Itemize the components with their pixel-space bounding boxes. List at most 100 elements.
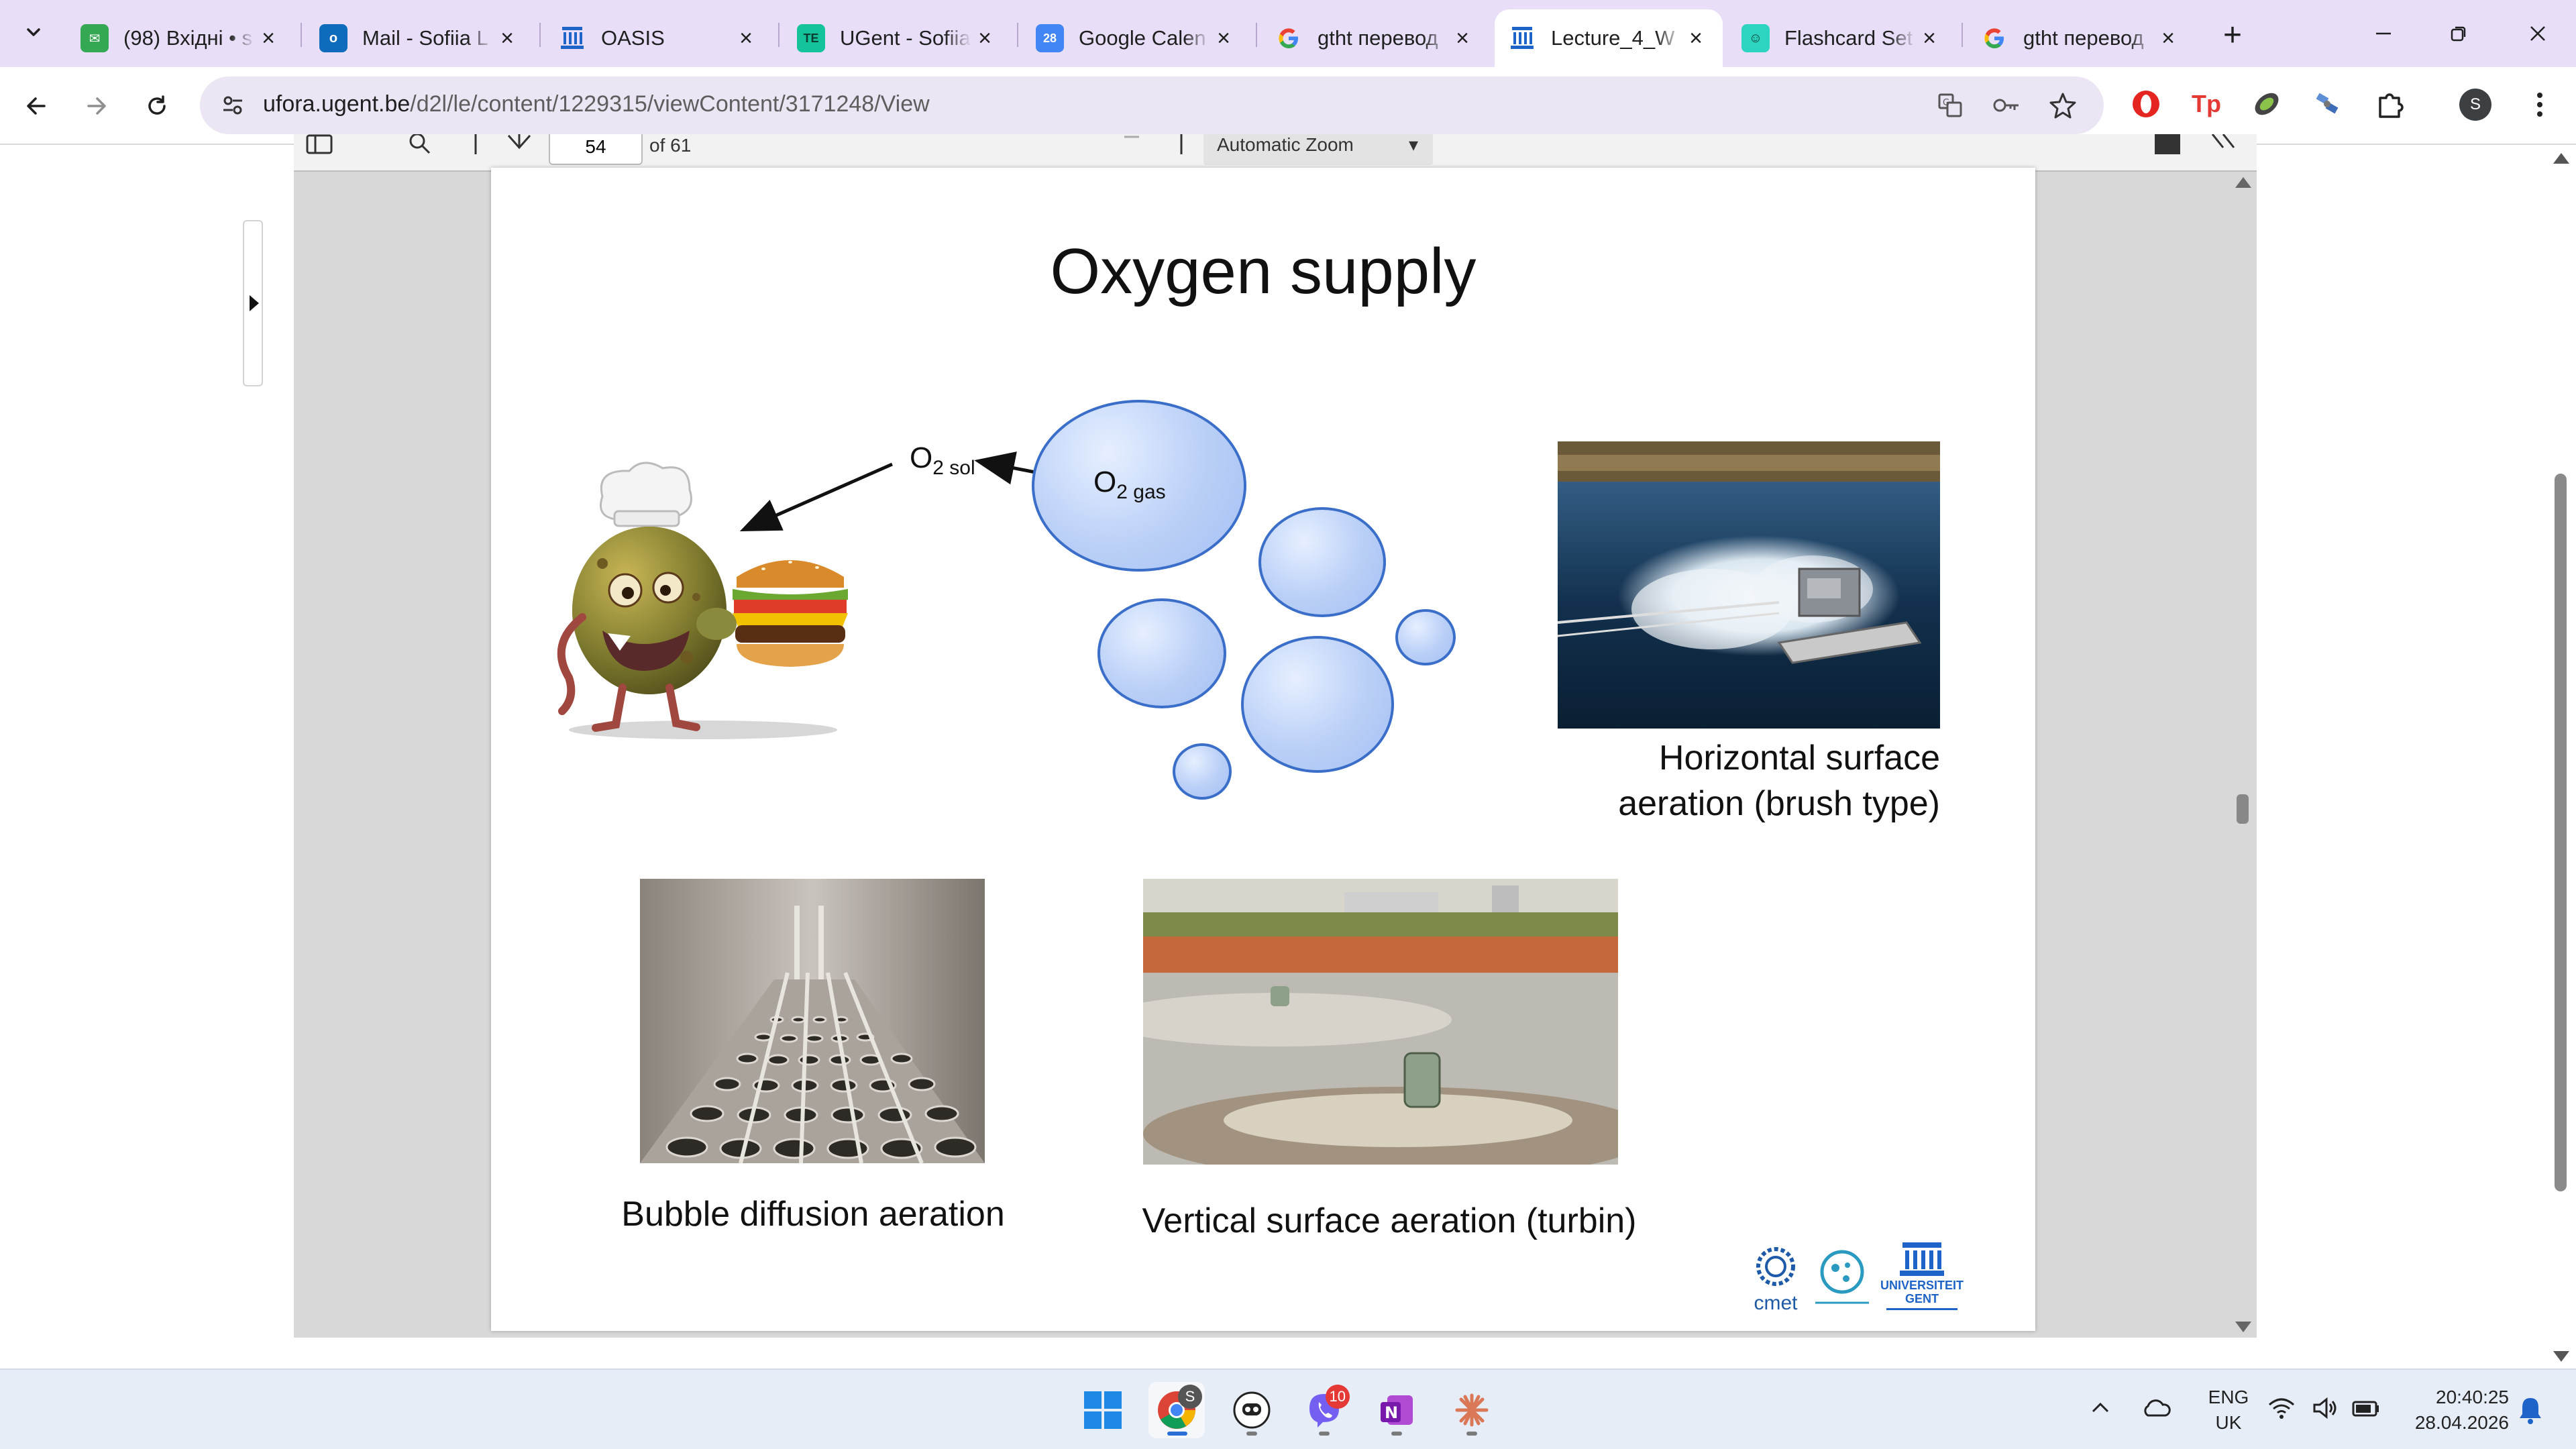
tab-gmail[interactable]: ✉ (98) Вхідні • s × — [67, 9, 295, 67]
scroll-up-icon[interactable] — [2553, 153, 2569, 164]
satellite-extension-icon[interactable] — [2309, 86, 2345, 122]
scroll-up-icon[interactable] — [2235, 177, 2251, 188]
quizlet-icon: ☺ — [1741, 24, 1770, 52]
tab-google-calendar[interactable]: 28 Google Calen × — [1022, 9, 1250, 67]
browser-menu-button[interactable] — [2524, 87, 2556, 122]
tab-title: gtht перевод — [2023, 26, 2144, 50]
close-icon[interactable]: × — [255, 25, 282, 52]
more-tools-chevron-icon[interactable] — [2210, 134, 2238, 157]
tab-title: UGent - Sofiia — [840, 26, 971, 50]
google-icon — [1980, 24, 2008, 52]
caption-bubble-diffusion: Bubble diffusion aeration — [621, 1195, 1005, 1234]
opera-vpn-extension-icon[interactable] — [2128, 86, 2164, 122]
profile-avatar[interactable]: S — [2459, 89, 2491, 121]
page-number-input[interactable]: 54 — [549, 134, 643, 165]
dropdown-arrow-icon: ▾ — [1408, 134, 1418, 155]
scroll-down-icon[interactable] — [2235, 1322, 2251, 1332]
scrollbar-thumb[interactable] — [2237, 794, 2249, 824]
system-clock[interactable]: 20:40:25 28.04.2026 — [2402, 1385, 2509, 1436]
show-hidden-icons-chevron-icon[interactable] — [2089, 1397, 2112, 1426]
start-button[interactable] — [1075, 1382, 1131, 1438]
extensions-puzzle-icon[interactable] — [2372, 86, 2408, 122]
tab-ugent[interactable]: TE UGent - Sofiia × — [784, 9, 1012, 67]
language-code: ENG — [2208, 1387, 2249, 1407]
keyboard-layout: UK — [2215, 1412, 2242, 1433]
close-icon[interactable]: × — [1682, 25, 1709, 52]
bookmark-star-icon[interactable] — [2046, 89, 2080, 122]
gas-bubble — [1395, 609, 1456, 665]
close-icon[interactable]: × — [733, 25, 759, 52]
tab-lecture-active[interactable]: Lecture_4_W × — [1495, 9, 1723, 67]
reload-button[interactable] — [137, 86, 177, 126]
onenote-icon: N — [1381, 1395, 1413, 1425]
pdf-scrollbar[interactable] — [2229, 172, 2255, 1338]
taskbar-onenote[interactable]: N — [1368, 1382, 1425, 1438]
tab-flashcard[interactable]: ☺ Flashcard Set × — [1728, 9, 1956, 67]
colorful-extension-icon[interactable] — [2249, 86, 2285, 122]
minimize-button[interactable] — [2353, 13, 2414, 54]
password-key-icon[interactable] — [1990, 89, 2023, 122]
o2-gas-base: O — [1093, 466, 1117, 498]
tab-google-translate-1[interactable]: gtht перевод × — [1261, 9, 1489, 67]
o2-sol-label: O2 sol — [910, 441, 975, 480]
gas-bubble — [1241, 636, 1394, 773]
chrome-profile-badge: S — [1178, 1385, 1202, 1409]
close-window-button[interactable] — [2508, 13, 2568, 54]
close-icon[interactable]: × — [494, 25, 521, 52]
close-icon[interactable]: × — [1916, 25, 1943, 52]
translate-extension-icon[interactable]: Tp — [2188, 86, 2224, 122]
scrollbar-thumb[interactable] — [2555, 474, 2567, 1191]
close-icon[interactable]: × — [2155, 25, 2182, 52]
windows-icon — [1084, 1391, 1122, 1429]
battery-icon[interactable] — [2352, 1397, 2381, 1426]
back-button[interactable] — [16, 86, 56, 126]
address-bar[interactable]: ufora.ugent.be/d2l/le/content/1229315/vi… — [200, 76, 2104, 134]
scroll-down-icon[interactable] — [2553, 1351, 2569, 1362]
o2-sol-sub: 2 sol — [932, 457, 975, 479]
site-settings-icon[interactable] — [215, 87, 251, 123]
tab-google-translate-2[interactable]: gtht перевод × — [1967, 9, 2195, 67]
input-language-indicator[interactable]: ENG UK — [2202, 1385, 2255, 1436]
new-tab-button[interactable]: + — [2215, 17, 2250, 53]
wifi-icon[interactable] — [2267, 1397, 2296, 1426]
restore-button[interactable] — [2428, 13, 2489, 54]
tab-mail[interactable]: o Mail - Sofiia L × — [306, 9, 534, 67]
forward-button[interactable] — [76, 86, 117, 126]
onedrive-cloud-icon[interactable] — [2141, 1397, 2171, 1426]
tab-oasis[interactable]: OASIS × — [545, 9, 773, 67]
taskbar-app-messenger[interactable] — [1224, 1382, 1280, 1438]
clock-time: 20:40:25 — [2436, 1387, 2509, 1407]
o2-gas-sub: 2 gas — [1116, 481, 1166, 503]
tab-title: Google Calen — [1079, 26, 1206, 50]
calendar-icon: 28 — [1036, 24, 1064, 52]
ugent-logo-text-1: UNIVERSITEIT — [1880, 1279, 1964, 1292]
page-scrollbar[interactable] — [2546, 146, 2573, 1368]
tab-search-button[interactable] — [12, 15, 55, 52]
gas-bubble — [1097, 598, 1226, 708]
next-page-icon[interactable] — [506, 134, 533, 157]
zoom-select[interactable]: Automatic Zoom ▾ — [1203, 134, 1433, 165]
ugent-icon — [558, 24, 586, 52]
zoom-in-icon[interactable] — [1171, 134, 1191, 157]
close-icon[interactable]: × — [1449, 25, 1476, 52]
horizontal-aeration-photo — [1558, 441, 1940, 729]
close-icon[interactable]: × — [971, 25, 998, 52]
sidebar-expand-handle[interactable] — [243, 220, 263, 386]
notification-bell-icon[interactable] — [2517, 1395, 2544, 1425]
ugent-logo-text-2: GENT — [1904, 1292, 1939, 1305]
tools-icon[interactable] — [2153, 134, 2182, 157]
taskbar-chrome[interactable]: S — [1148, 1382, 1205, 1438]
gmail-icon: ✉ — [80, 24, 109, 52]
translate-icon[interactable]: G — [1933, 89, 1967, 122]
avatar-initial: S — [2469, 95, 2481, 113]
pdf-toolbar: 54 of 61 Automatic Zoom ▾ — [294, 134, 2257, 172]
zoom-out-icon[interactable] — [1122, 134, 1142, 157]
taskbar-claude[interactable] — [1444, 1382, 1500, 1438]
search-icon[interactable] — [407, 134, 433, 157]
previous-page-icon[interactable] — [466, 134, 486, 157]
vertical-aeration-photo — [1143, 879, 1618, 1165]
volume-icon[interactable] — [2312, 1397, 2339, 1426]
close-icon[interactable]: × — [1210, 25, 1237, 52]
sidebar-toggle-icon[interactable] — [306, 134, 333, 157]
taskbar-viber[interactable]: 10 — [1296, 1382, 1352, 1438]
